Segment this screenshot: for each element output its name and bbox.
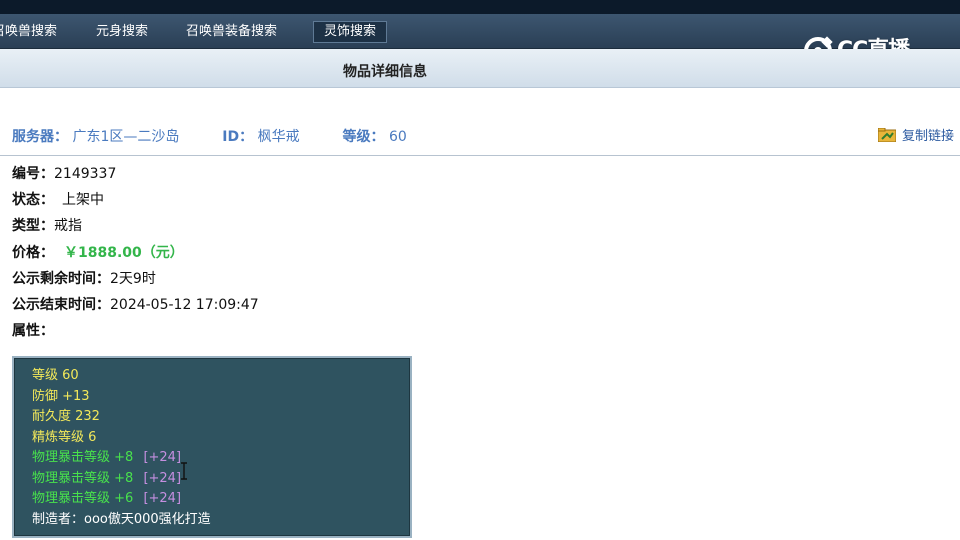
attr-defense: 防御 +13	[32, 389, 90, 404]
item-number-label: 编号：	[12, 166, 54, 182]
end-time-row: 公示结束时间：2024-05-12 17:09:47	[12, 295, 259, 315]
attr-crit-2-value: 物理暴击等级 +8	[32, 471, 134, 486]
folder-link-icon	[877, 128, 896, 142]
attr-crit-1-bonus: [+24]	[143, 450, 182, 465]
id-label: ID：	[222, 129, 254, 145]
browser-top-strip	[0, 0, 960, 14]
page-title: 物品详细信息	[343, 64, 427, 80]
server-info-line: 服务器： 广东1区—二沙岛 ID： 枫华戒 等级： 60	[12, 126, 956, 148]
attributes-label: 属性：	[12, 323, 54, 339]
attr-maker: 制造者：ooo傲天000强化打造	[32, 512, 211, 527]
copy-link-label: 复制链接	[901, 129, 954, 144]
attributes-panel: 等级 60 防御 +13 耐久度 232 精炼等级 6 物理暴击等级 +8 [+…	[12, 356, 412, 538]
attr-durability: 耐久度 232	[32, 409, 100, 424]
attr-refine: 精炼等级 6	[32, 430, 97, 445]
server-label: 服务器：	[12, 129, 68, 145]
attributes-row: 属性：	[12, 321, 54, 341]
copy-link-button[interactable]: 复制链接	[877, 127, 954, 147]
item-status-row: 状态： 上架中	[12, 190, 104, 210]
item-price-row: 价格： ￥1888.00（元）	[12, 243, 184, 263]
remaining-time-label: 公示剩余时间：	[12, 271, 110, 287]
end-time-label: 公示结束时间：	[12, 297, 110, 313]
item-price-label: 价格：	[12, 245, 54, 261]
remaining-time-row: 公示剩余时间：2天9时	[12, 269, 156, 289]
item-status-value: 上架中	[62, 192, 104, 208]
title-bar: 物品详细信息	[0, 49, 960, 88]
level-label: 等级：	[342, 129, 385, 145]
tab-pet-equipment-search[interactable]: 召唤兽装备搜索	[176, 22, 287, 42]
tab-accessory-search[interactable]: 灵饰搜索	[313, 21, 388, 43]
item-type-row: 类型：戒指	[12, 216, 82, 236]
tab-pet-search[interactable]: 召唤兽搜索	[0, 22, 67, 42]
attr-crit-1: 物理暴击等级 +8 [+24]	[32, 448, 181, 468]
text-cursor-icon	[181, 462, 187, 480]
attr-crit-2-bonus: [+24]	[143, 471, 182, 486]
item-price-value: ￥1888.00（元）	[64, 245, 184, 261]
item-number-row: 编号：2149337	[12, 164, 116, 184]
remaining-time-value: 2天9时	[110, 271, 156, 287]
level-value: 60	[388, 129, 407, 145]
attr-level: 等级 60	[32, 368, 79, 383]
attr-crit-3-value: 物理暴击等级 +6	[32, 491, 134, 506]
item-type-label: 类型：	[12, 218, 54, 234]
item-status-label: 状态：	[12, 192, 54, 208]
divider	[0, 155, 960, 156]
attr-crit-2: 物理暴击等级 +8 [+24]	[32, 469, 181, 489]
item-number-value: 2149337	[54, 166, 117, 182]
id-value: 枫华戒	[257, 129, 300, 145]
item-type-value: 戒指	[54, 218, 82, 234]
tab-yuanshen-search[interactable]: 元身搜索	[86, 22, 158, 42]
attr-crit-3-bonus: [+24]	[143, 491, 182, 506]
attr-crit-3: 物理暴击等级 +6 [+24]	[32, 489, 181, 509]
server-value: 广东1区—二沙岛	[72, 129, 180, 145]
end-time-value: 2024-05-12 17:09:47	[110, 297, 259, 313]
attr-crit-1-value: 物理暴击等级 +8	[32, 450, 134, 465]
